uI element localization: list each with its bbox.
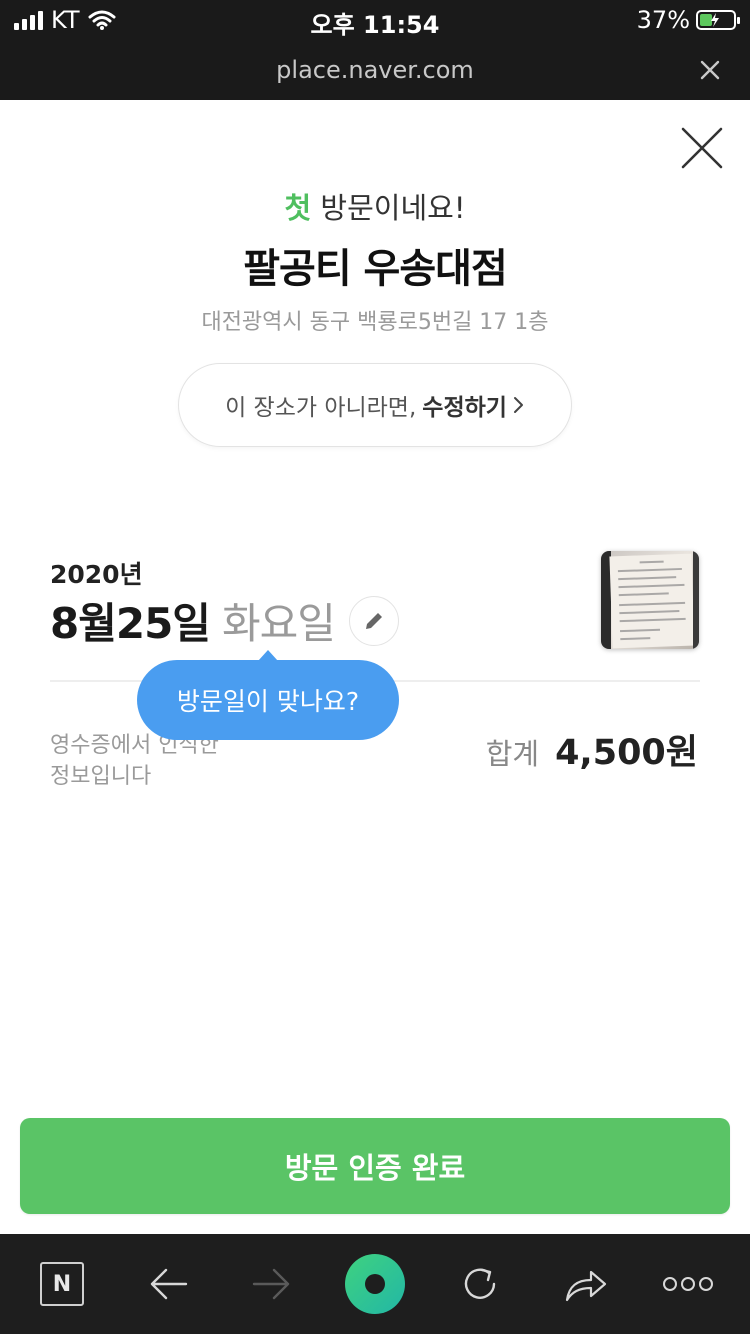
receipt-edge xyxy=(693,551,699,649)
battery-icon xyxy=(696,10,740,30)
place-name: 팔공티 우송대점 xyxy=(243,246,508,292)
more-button[interactable] xyxy=(660,1234,716,1334)
browser-toolbar: N xyxy=(0,1234,750,1334)
edit-place-link: 수정하기 xyxy=(422,395,507,421)
green-dot-button[interactable] xyxy=(344,1234,406,1334)
total-amount: 합계 4,500원 xyxy=(486,724,698,775)
reload-icon xyxy=(464,1268,496,1299)
close-icon[interactable] xyxy=(680,126,724,170)
date-confirm-tooltip[interactable]: 방문일이 맞나요? xyxy=(137,650,399,740)
visit-year: 2020년 xyxy=(50,560,143,589)
place-address: 대전광역시 동구 백룡로5번길 17 1층 xyxy=(201,310,549,335)
status-right: 37% xyxy=(636,6,740,34)
first-visit-message: 첫 방문이네요! xyxy=(0,185,750,227)
total-label: 합계 xyxy=(485,737,540,771)
receipt-thumbnail[interactable] xyxy=(601,551,699,649)
edit-place-prompt: 이 장소가 아니라면, xyxy=(225,395,417,421)
edit-date-button[interactable] xyxy=(348,595,399,646)
visit-date: 8월25일 xyxy=(50,599,211,648)
battery-percent: 37% xyxy=(636,6,690,34)
chevron-right-icon xyxy=(513,397,523,413)
forward-arrow-icon xyxy=(252,1268,290,1300)
reload-button[interactable] xyxy=(452,1234,508,1334)
visit-weekday: 화요일 xyxy=(221,599,336,648)
back-arrow-icon xyxy=(150,1268,188,1300)
naver-n-icon: N xyxy=(40,1262,84,1306)
close-icon[interactable] xyxy=(698,58,722,82)
visit-date-row: 8월25일 화요일 xyxy=(50,590,399,651)
url-text[interactable]: place.naver.com xyxy=(0,56,750,84)
receipt-paper xyxy=(609,553,695,649)
url-bar: place.naver.com xyxy=(0,40,750,100)
first-visit-text: 방문이네요! xyxy=(311,191,466,225)
home-icon xyxy=(345,1254,405,1314)
edit-place-button[interactable]: 이 장소가 아니라면, 수정하기 xyxy=(178,363,572,447)
share-icon xyxy=(565,1270,607,1302)
confirm-visit-button[interactable]: 방문 인증 완료 xyxy=(20,1118,730,1214)
naver-home-button[interactable]: N xyxy=(38,1234,86,1334)
pencil-icon xyxy=(365,612,382,629)
first-visit-accent: 첫 xyxy=(284,191,312,225)
status-bar: KT 오후 11:54 37% xyxy=(0,0,750,40)
total-value: 4,500원 xyxy=(555,733,698,773)
share-button[interactable] xyxy=(558,1234,614,1334)
more-icon xyxy=(663,1277,713,1291)
back-button[interactable] xyxy=(140,1234,196,1334)
ocr-note-line: 정보입니다 xyxy=(50,764,152,789)
forward-button[interactable] xyxy=(244,1234,300,1334)
